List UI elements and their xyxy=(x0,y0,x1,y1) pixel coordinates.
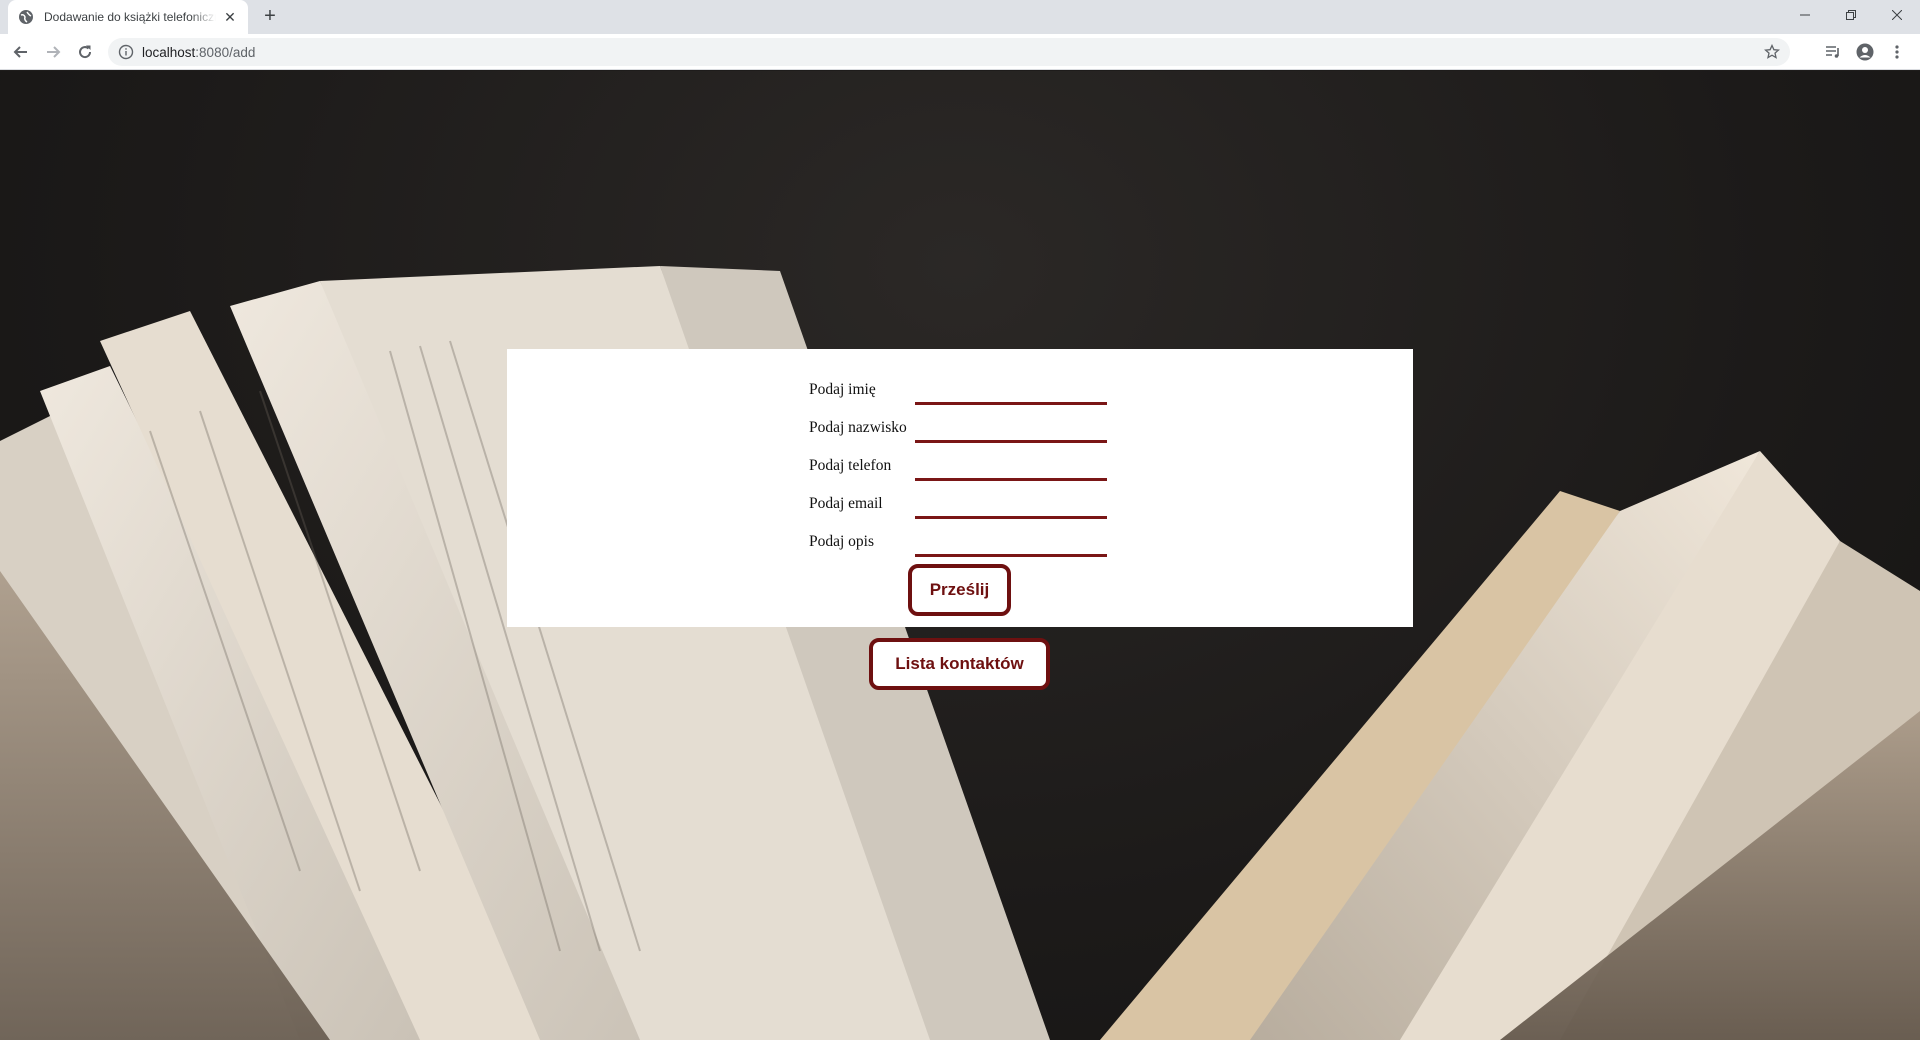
form-row-description: Podaj opis xyxy=(809,519,1129,557)
submit-button[interactable]: Prześlij xyxy=(908,564,1011,616)
browser-toolbar: localhost:8080/add xyxy=(0,34,1920,70)
url-host: localhost xyxy=(142,44,196,60)
profile-avatar-icon[interactable] xyxy=(1851,38,1879,66)
form-row-first-name: Podaj imię xyxy=(809,367,1129,405)
close-tab-icon[interactable]: ✕ xyxy=(222,9,238,25)
description-input[interactable] xyxy=(915,531,1107,557)
minimize-window-icon[interactable] xyxy=(1782,0,1828,30)
address-bar[interactable]: localhost:8080/add xyxy=(108,38,1790,66)
url-path: :8080/add xyxy=(195,44,256,60)
email-label: Podaj email xyxy=(809,495,883,512)
globe-icon xyxy=(19,10,33,24)
media-queue-icon[interactable] xyxy=(1819,38,1847,66)
reload-icon[interactable] xyxy=(71,38,99,66)
phone-input[interactable] xyxy=(915,455,1107,481)
phone-label: Podaj telefon xyxy=(809,457,892,474)
form-row-last-name: Podaj nazwisko xyxy=(809,405,1129,443)
bookmark-star-icon[interactable] xyxy=(1764,44,1780,60)
first-name-label: Podaj imię xyxy=(809,381,876,398)
first-name-input[interactable] xyxy=(915,379,1107,405)
info-icon[interactable] xyxy=(118,44,134,60)
last-name-input[interactable] xyxy=(915,417,1107,443)
browser-tab-strip: Dodawanie do książki telefonicznej ✕ + xyxy=(0,0,1920,34)
last-name-label: Podaj nazwisko xyxy=(809,419,907,436)
email-input[interactable] xyxy=(915,493,1107,519)
form-row-email: Podaj email xyxy=(809,481,1129,519)
new-tab-button[interactable]: + xyxy=(258,5,282,29)
form-row-phone: Podaj telefon xyxy=(809,443,1129,481)
contact-list-button[interactable]: Lista kontaktów xyxy=(869,638,1050,690)
page-viewport: Podaj imię Podaj nazwisko Podaj telefon … xyxy=(0,71,1920,1040)
browser-tab[interactable]: Dodawanie do książki telefonicznej ✕ xyxy=(8,0,248,34)
more-menu-icon[interactable] xyxy=(1883,38,1911,66)
forward-arrow-icon[interactable] xyxy=(39,38,67,66)
restore-window-icon[interactable] xyxy=(1828,0,1874,30)
tab-title: Dodawanie do książki telefonicznej xyxy=(44,10,216,24)
back-arrow-icon[interactable] xyxy=(7,38,35,66)
url-text: localhost:8080/add xyxy=(142,45,255,60)
close-window-icon[interactable] xyxy=(1874,0,1920,30)
description-label: Podaj opis xyxy=(809,533,875,550)
form-fields: Podaj imię Podaj nazwisko Podaj telefon … xyxy=(809,367,1129,557)
